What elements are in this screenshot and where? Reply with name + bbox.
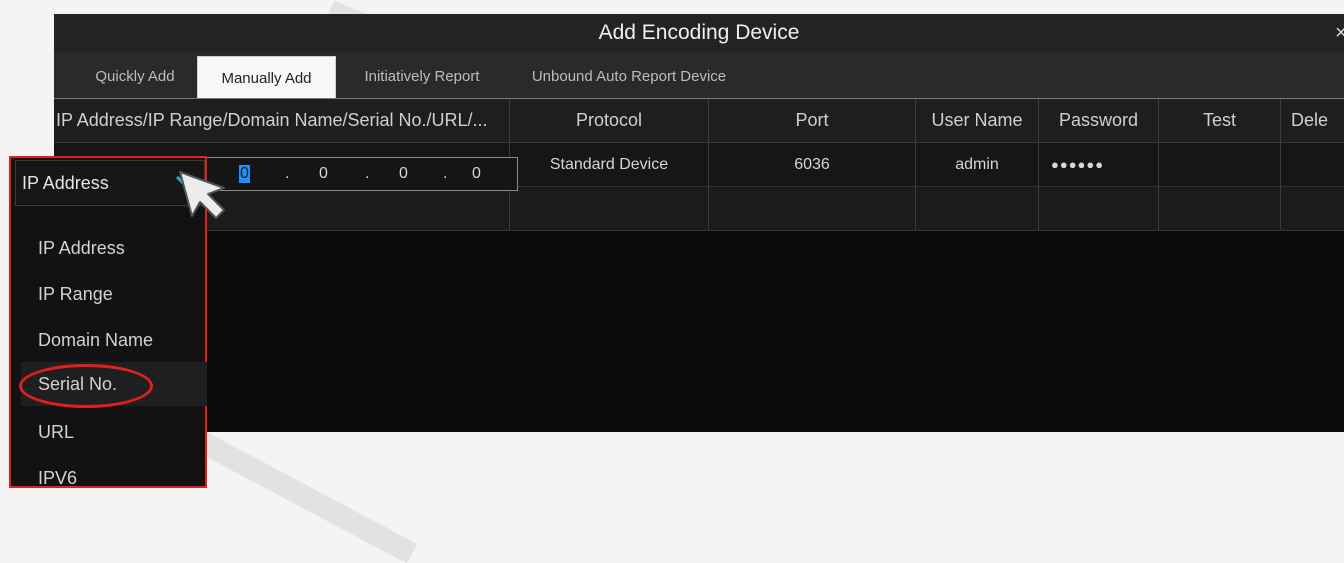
column-header-user-name: User Name [916, 99, 1039, 142]
dropdown-option-serial-no[interactable]: Serial No. [21, 362, 207, 406]
empty-cell [709, 187, 916, 230]
empty-cell [510, 187, 709, 230]
column-header-address: IP Address/IP Range/Domain Name/Serial N… [54, 99, 510, 142]
ip-separator: . [443, 165, 448, 182]
ip-octet-1[interactable]: 0 [239, 165, 250, 183]
table-row [54, 186, 1344, 231]
ip-separator: . [285, 165, 290, 182]
empty-cell [1159, 187, 1281, 230]
ip-octet-2[interactable]: 0 [319, 165, 328, 183]
dropdown-option-url[interactable]: URL [21, 410, 207, 454]
add-encoding-device-dialog: Add Encoding Device × Quickly Add Manual… [54, 14, 1344, 432]
empty-cell [1281, 187, 1344, 230]
ip-octet-4[interactable]: 0 [472, 165, 481, 183]
password-mask: ●●●●●● [1051, 157, 1105, 172]
column-header-password: Password [1039, 99, 1159, 142]
address-type-selected: IP Address [22, 173, 109, 193]
table-header: IP Address/IP Range/Domain Name/Serial N… [54, 99, 1344, 142]
background-stripe [194, 431, 418, 563]
port-cell[interactable]: 6036 [709, 143, 916, 186]
tab-quickly-add[interactable]: Quickly Add [74, 62, 196, 92]
tab-manually-add[interactable]: Manually Add [197, 56, 336, 98]
dropdown-option-domain-name[interactable]: Domain Name [21, 318, 207, 362]
ip-octet-3[interactable]: 0 [399, 165, 408, 183]
tab-bar: Quickly Add Manually Add Initiatively Re… [54, 52, 1344, 99]
tab-unbound-auto-report-device[interactable]: Unbound Auto Report Device [509, 62, 749, 92]
test-cell[interactable] [1159, 143, 1281, 186]
empty-cell [1039, 187, 1159, 230]
column-header-protocol: Protocol [510, 99, 709, 142]
dropdown-option-ip-range[interactable]: IP Range [21, 272, 207, 316]
close-icon[interactable]: × [1334, 14, 1344, 52]
column-header-test: Test [1159, 99, 1281, 142]
address-type-select[interactable]: IP Address [15, 160, 205, 206]
protocol-cell[interactable]: Standard Device [510, 143, 709, 186]
mouse-cursor-icon [179, 171, 225, 219]
dialog-titlebar: Add Encoding Device × [54, 14, 1344, 52]
password-cell[interactable]: ●●●●●● [1039, 143, 1159, 186]
column-header-delete: Dele [1291, 110, 1329, 130]
delete-cell[interactable] [1281, 143, 1344, 186]
ip-separator: . [365, 165, 370, 182]
user-name-cell[interactable]: admin [916, 143, 1039, 186]
dialog-title: Add Encoding Device [598, 21, 800, 44]
column-header-port: Port [709, 99, 916, 142]
dropdown-option-ipv6[interactable]: IPV6 [21, 456, 207, 500]
empty-cell [916, 187, 1039, 230]
dropdown-option-ip-address[interactable]: IP Address [21, 226, 207, 270]
tab-initiatively-report[interactable]: Initiatively Report [342, 62, 502, 92]
